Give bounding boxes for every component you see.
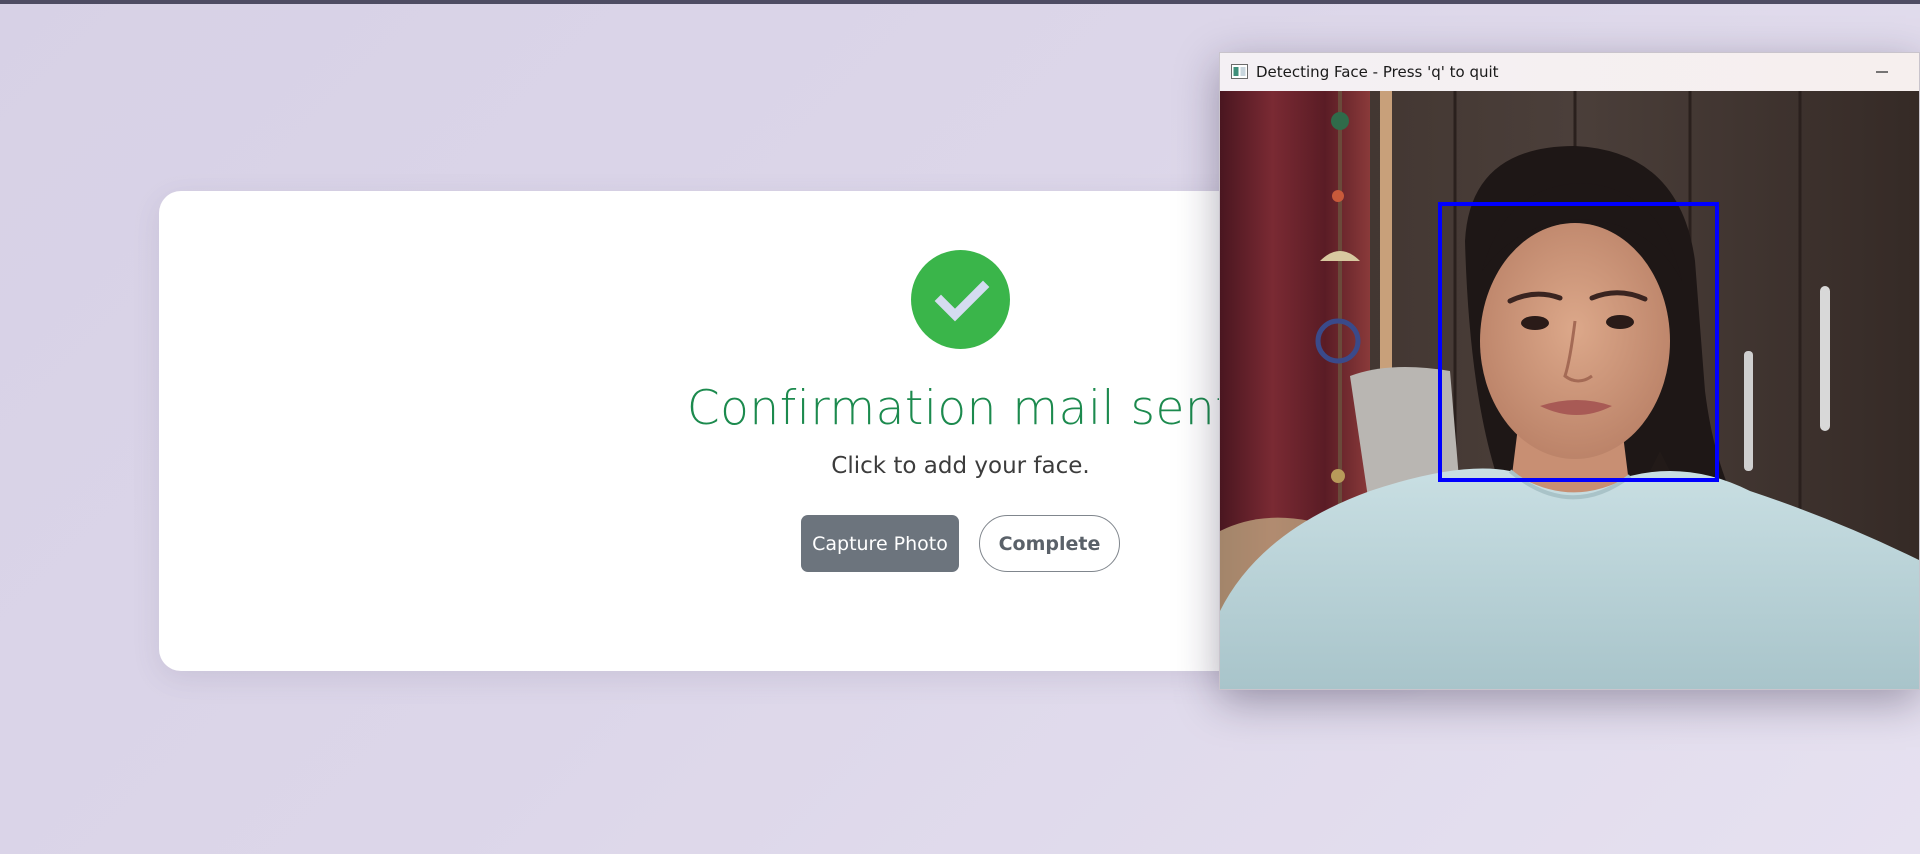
success-check-icon	[911, 250, 1010, 349]
app-icon	[1231, 64, 1248, 79]
browser-top-strip	[0, 0, 1920, 4]
camera-feed	[1220, 91, 1919, 689]
capture-photo-button[interactable]: Capture Photo	[801, 515, 959, 572]
complete-button[interactable]: Complete	[979, 515, 1120, 572]
camera-window-title: Detecting Face - Press 'q' to quit	[1256, 63, 1499, 81]
camera-window-titlebar[interactable]: Detecting Face - Press 'q' to quit	[1220, 53, 1919, 91]
camera-window[interactable]: Detecting Face - Press 'q' to quit	[1219, 52, 1920, 690]
minimize-icon[interactable]	[1870, 61, 1894, 83]
